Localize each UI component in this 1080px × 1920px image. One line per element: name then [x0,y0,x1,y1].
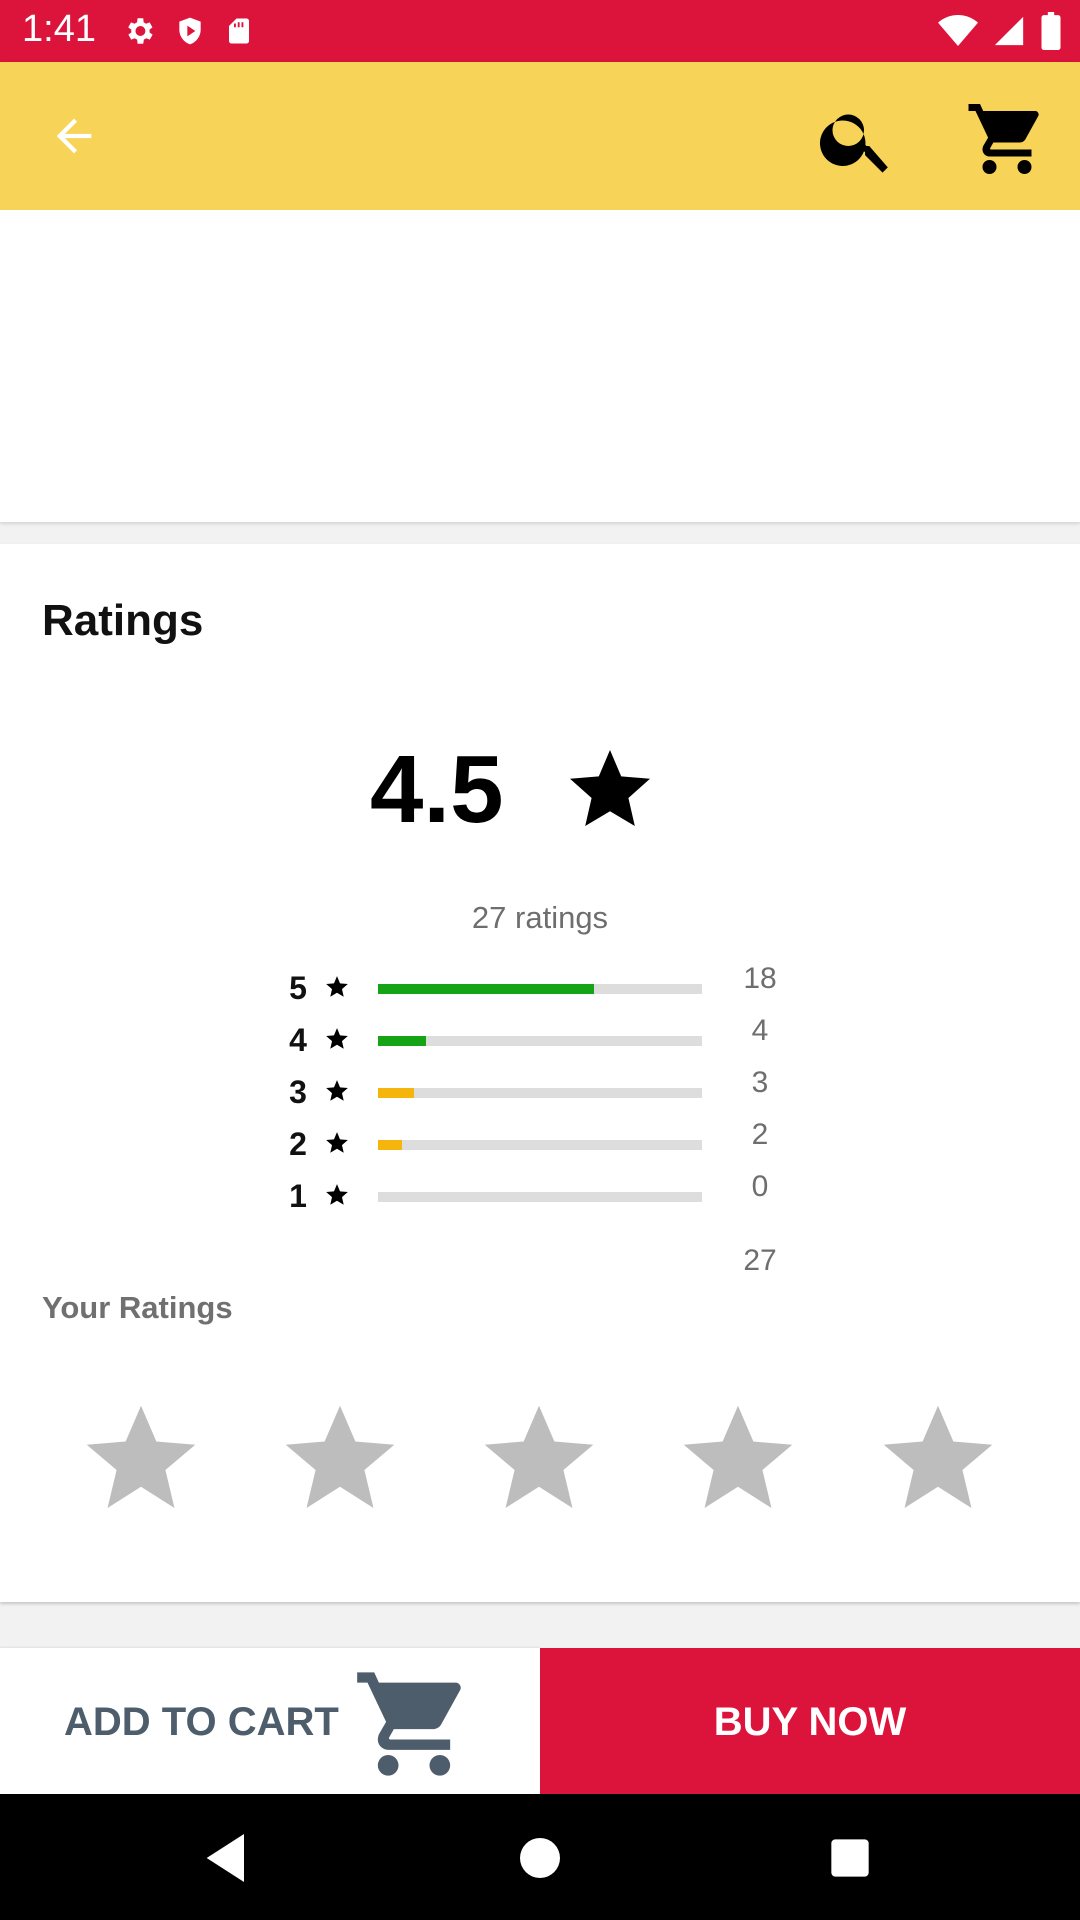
status-left-icons [122,14,254,53]
rating-row-stars: 2 [289,1126,307,1162]
product-image-area [0,210,1080,522]
ratings-title: Ratings [42,596,204,645]
recents-square-icon[interactable] [818,1826,882,1890]
shield-icon [174,14,206,53]
star-icon [562,742,658,843]
rating-bar-fill [378,1036,426,1046]
back-button[interactable] [38,102,110,174]
app-bar [0,62,1080,210]
rating-row: 44 [0,1014,1080,1060]
rating-bar-fill [378,984,594,994]
rating-bar-fill [378,1140,402,1150]
search-icon [815,97,899,186]
star-icon [324,974,350,1005]
rating-row-count: 18 [743,962,777,995]
rating-row: 10 [0,1170,1080,1216]
star-icon [324,1026,350,1057]
rating-row-stars: 5 [289,970,307,1006]
rating-bar-track [378,1036,702,1046]
rate-star-1-icon[interactable] [86,1404,196,1508]
buy-now-button[interactable]: BUY NOW [540,1648,1080,1794]
cart-button[interactable] [962,96,1052,186]
rating-row-stars: 1 [289,1178,307,1214]
rating-bar-track [378,1140,702,1150]
wifi-icon [938,14,978,53]
star-icon [324,1182,350,1213]
status-right-icons [938,12,1062,55]
settings-icon [122,14,156,53]
back-arrow-icon [48,110,100,167]
rating-row: 33 [0,1066,1080,1112]
rating-row: 22 [0,1118,1080,1164]
rate-star-2-icon[interactable] [285,1404,395,1508]
search-button[interactable] [812,96,902,186]
average-rating: 4.5 [370,734,670,846]
rate-star-5-icon[interactable] [883,1404,993,1508]
status-time: 1:41 [22,8,96,50]
back-triangle-icon[interactable] [196,1826,260,1890]
rating-bar-track [378,1192,702,1202]
cart-icon [352,1662,476,1791]
cell-signal-icon [992,14,1026,53]
add-to-cart-label: ADD TO CART [64,1700,339,1744]
battery-icon [1040,12,1062,55]
ratings-count: 27 ratings [471,900,609,935]
rating-bar-track [378,984,702,994]
rate-star-3-icon[interactable] [484,1404,594,1508]
rating-bar-track [378,1088,702,1098]
star-icon [324,1078,350,1109]
ratings-card: Ratings 4.5 27 ratings 5 18 4 4 3 3 2 2 1 0 27 Yo… [0,544,1080,1602]
rating-row-count: 4 [751,1014,769,1047]
rate-star-4-icon[interactable] [683,1404,793,1508]
bottom-action-bar: ADD TO CART BUY NOW [0,1648,1080,1794]
average-rating-value: 4.5 [370,736,504,843]
system-nav-bar [0,1794,1080,1920]
rating-row-count: 3 [751,1066,769,1099]
rating-row-stars: 3 [289,1074,307,1110]
star-icon [324,1130,350,1161]
rating-row-stars: 4 [289,1022,307,1058]
cart-icon [965,97,1049,186]
rating-row-count: 2 [751,1118,769,1151]
ratings-total: 27 [743,1244,777,1277]
rating-bar-fill [378,1088,414,1098]
rating-row: 5 18 [0,962,1080,1008]
rating-row-count: 0 [751,1170,769,1203]
sd-card-icon [224,14,254,53]
add-to-cart-button[interactable]: ADD TO CART [0,1648,540,1794]
buy-now-label: BUY NOW [713,1700,907,1744]
status-bar: 1:41 [0,0,1080,62]
your-ratings-label: Your Ratings [42,1290,233,1325]
home-circle-icon[interactable] [508,1826,572,1890]
